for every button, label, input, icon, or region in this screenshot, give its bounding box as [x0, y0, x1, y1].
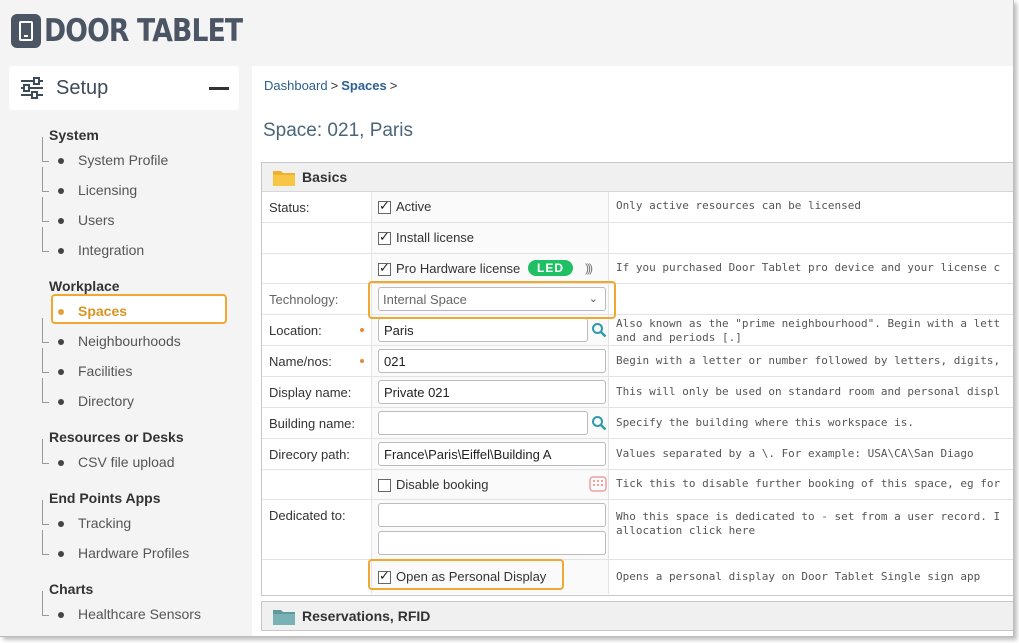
install-license-checkbox[interactable] [378, 229, 391, 245]
building-help: Specify the building where this workspac… [616, 416, 915, 429]
door-tablet-logo-icon [11, 14, 41, 48]
display-name-label: Display name: [262, 377, 372, 407]
building-input[interactable] [378, 411, 588, 435]
active-help: Only active resources can be licensed [616, 199, 862, 212]
personal-display-label: Open as Personal Display [396, 569, 547, 584]
disable-booking-help: Tick this to disable further booking of … [616, 477, 1001, 490]
personal-display-checkbox[interactable] [378, 568, 391, 584]
setup-title: Setup [56, 76, 109, 99]
display-name-row: Display name: Private 021 This will only… [262, 377, 1013, 408]
brand-name: DOOR TABLET [44, 13, 243, 49]
calendar-grid-icon [589, 476, 607, 492]
building-label: Building name: [262, 408, 372, 438]
location-row: Location: Paris Also known as the "prime… [262, 315, 1013, 346]
technology-row: Technology: Internal Space ⌄ [262, 284, 1013, 315]
dedicated-row: Dedicated to: Who this space is dedicate… [262, 500, 1013, 560]
disable-booking-checkbox[interactable] [378, 479, 391, 492]
reservations-panel-header[interactable]: Reservations, RFID [261, 601, 1013, 631]
allocation-link[interactable]: allocation click here [616, 524, 1013, 538]
brand-logo[interactable]: DOOR TABLET [11, 13, 275, 49]
disable-booking-row: Disable booking Tick this to disable fur… [262, 470, 1013, 500]
name-input[interactable]: 021 [378, 349, 606, 373]
nav-group-resources: Resources or Desks [49, 429, 184, 445]
basics-title: Basics [302, 169, 348, 185]
disable-booking-label: Disable booking [396, 477, 489, 492]
required-indicator [360, 328, 364, 332]
folder-icon [273, 610, 295, 625]
display-name-input[interactable]: Private 021 [378, 380, 606, 404]
path-label: Direcory path: [262, 439, 372, 469]
dedicated-input-1[interactable] [378, 503, 606, 527]
building-row: Building name: Specify the building wher… [262, 408, 1013, 439]
app-window: DOOR TABLET Setup System System Profile … [0, 0, 1014, 637]
location-label: Location: [262, 315, 372, 345]
basics-panel: Basics Status: Active Only active resour… [261, 162, 1013, 596]
name-label: Name/nos: [262, 346, 372, 376]
display-name-help: This will only be used on standard room … [616, 385, 1001, 398]
nav-group-charts: Charts [49, 581, 94, 597]
breadcrumb-dashboard[interactable]: Dashboard [264, 78, 328, 93]
install-row: Install license [262, 223, 1013, 254]
dedicated-label: Dedicated to: [262, 500, 372, 559]
page-title: Space: 021, Paris [263, 120, 413, 141]
path-input[interactable]: France\Paris\Eiffel\Building A [378, 442, 606, 466]
chevron-down-icon: ⌄ [588, 293, 598, 305]
name-row: Name/nos: 021 Begin with a letter or num… [262, 346, 1013, 377]
location-help: Also known as the "prime neighbourhood".… [616, 317, 1001, 344]
nav-group-endpoints: End Points Apps [49, 490, 161, 506]
technology-label: Technology: [262, 284, 372, 314]
name-help: Begin with a letter or number followed b… [616, 354, 1001, 367]
breadcrumb: Dashboard > Spaces > [264, 78, 400, 93]
path-row: Direcory path: France\Paris\Eiffel\Build… [262, 439, 1013, 470]
pro-hardware-label: Pro Hardware license [396, 261, 521, 276]
led-badge: LED [528, 260, 573, 276]
status-label: Status: [262, 192, 372, 222]
personal-display-row: Open as Personal Display Opens a persona… [262, 560, 1013, 594]
pro-hardware-checkbox[interactable] [378, 260, 391, 276]
status-row: Status: Active Only active resources can… [262, 192, 1013, 223]
dedicated-help: Who this space is dedicated to - set fro… [608, 500, 1013, 559]
setup-header: Setup [9, 66, 239, 110]
collapse-icon[interactable] [209, 87, 229, 90]
main-content: Dashboard > Spaces > Space: 021, Paris Basi… [252, 66, 1013, 636]
breadcrumb-separator: > [330, 78, 339, 93]
pro-hardware-row: Pro Hardware license LED ))) If you purc… [262, 254, 1013, 284]
basics-panel-header[interactable]: Basics [262, 163, 1013, 192]
required-indicator [360, 359, 364, 363]
path-help: Values separated by a \. For example: US… [616, 447, 974, 460]
active-checkbox[interactable] [378, 198, 391, 214]
reservations-title: Reservations, RFID [302, 608, 431, 624]
location-input[interactable]: Paris [378, 318, 588, 342]
pro-hardware-help: If you purchased Door Tablet pro device … [616, 261, 1001, 274]
folder-icon [273, 171, 295, 186]
nav-group-workplace: Workplace [49, 278, 120, 294]
nav-group-system: System [49, 127, 99, 143]
search-icon[interactable] [591, 322, 607, 338]
nfc-icon: ))) [585, 261, 593, 275]
breadcrumb-spaces[interactable]: Spaces [341, 78, 387, 93]
sliders-icon [21, 77, 43, 99]
technology-select[interactable]: Internal Space ⌄ [378, 287, 606, 311]
personal-display-help: Opens a personal display on Door Tablet … [616, 570, 981, 583]
search-icon[interactable] [591, 415, 607, 431]
breadcrumb-separator-end: > [389, 78, 398, 93]
install-license-label: Install license [396, 230, 475, 245]
active-label: Active [396, 199, 432, 214]
dedicated-input-2[interactable] [378, 531, 606, 555]
